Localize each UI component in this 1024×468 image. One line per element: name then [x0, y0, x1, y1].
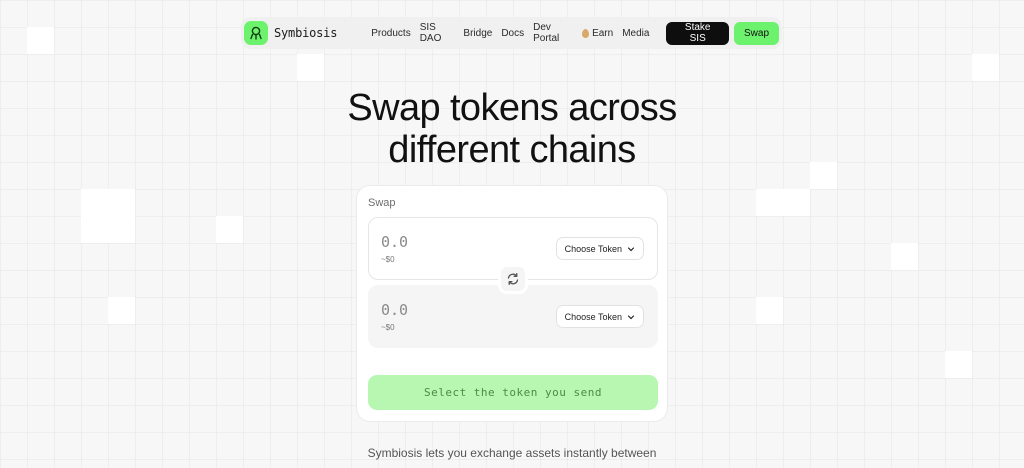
- background-tile: [891, 243, 918, 270]
- to-token-panel: ~$0 Choose Token: [368, 285, 658, 348]
- chevron-down-icon: [627, 314, 635, 319]
- top-navbar: Symbiosis Products SIS DAO Bridge Docs D…: [241, 17, 782, 49]
- nav-item-earn[interactable]: Earn: [582, 28, 613, 39]
- background-tile: [81, 189, 135, 243]
- background-tile: [972, 54, 999, 81]
- background-tile: [945, 351, 972, 378]
- background-tile: [216, 216, 243, 243]
- brand-logo[interactable]: Symbiosis: [244, 21, 337, 45]
- nav-item-products[interactable]: Products: [371, 28, 410, 39]
- swap-card: Swap ~$0 Choose Token ~$0 Choose Token S…: [356, 185, 668, 422]
- select-token-submit-button[interactable]: Select the token you send: [368, 375, 658, 410]
- background-tile: [297, 54, 324, 81]
- hero-line-1: Swap tokens across: [347, 87, 677, 129]
- background-tile: [756, 189, 810, 216]
- nav-item-sis-dao[interactable]: SIS DAO: [420, 22, 455, 44]
- from-usd-value: ~$0: [381, 255, 395, 264]
- swap-arrows-icon: [507, 272, 519, 286]
- page-description: Symbiosis lets you exchange assets insta…: [367, 446, 657, 460]
- symbiosis-logo-icon: [244, 21, 268, 45]
- chevron-down-icon: [627, 246, 635, 251]
- switch-tokens-button[interactable]: [498, 264, 528, 294]
- to-choose-token-button[interactable]: Choose Token: [555, 305, 644, 328]
- from-amount-input[interactable]: [381, 233, 501, 251]
- nav-item-dev-portal[interactable]: Dev Portal: [533, 22, 573, 44]
- brand-name: Symbiosis: [274, 26, 338, 40]
- swap-card-title: Swap: [368, 197, 396, 209]
- nav-item-earn-label: Earn: [592, 27, 614, 39]
- to-choose-token-label: Choose Token: [564, 311, 622, 322]
- background-tile: [756, 297, 783, 324]
- background-tile: [108, 297, 135, 324]
- from-choose-token-button[interactable]: Choose Token: [555, 237, 644, 260]
- hero-line-2: different chains: [388, 129, 636, 171]
- nav-item-media[interactable]: Media: [622, 28, 649, 39]
- nav-menu: Products SIS DAO Bridge Docs Dev Portal …: [371, 22, 649, 44]
- swap-nav-button[interactable]: Swap: [733, 21, 779, 45]
- nav-item-bridge[interactable]: Bridge: [463, 28, 492, 39]
- from-choose-token-label: Choose Token: [564, 243, 622, 254]
- earn-coin-icon: [582, 28, 590, 38]
- to-usd-value: ~$0: [381, 323, 395, 332]
- stake-sis-button[interactable]: Stake SIS: [666, 21, 729, 45]
- to-amount-input[interactable]: [381, 301, 501, 319]
- hero-heading: Swap tokens across different chains: [0, 87, 1024, 171]
- nav-item-docs[interactable]: Docs: [501, 28, 524, 39]
- background-tile: [27, 27, 54, 54]
